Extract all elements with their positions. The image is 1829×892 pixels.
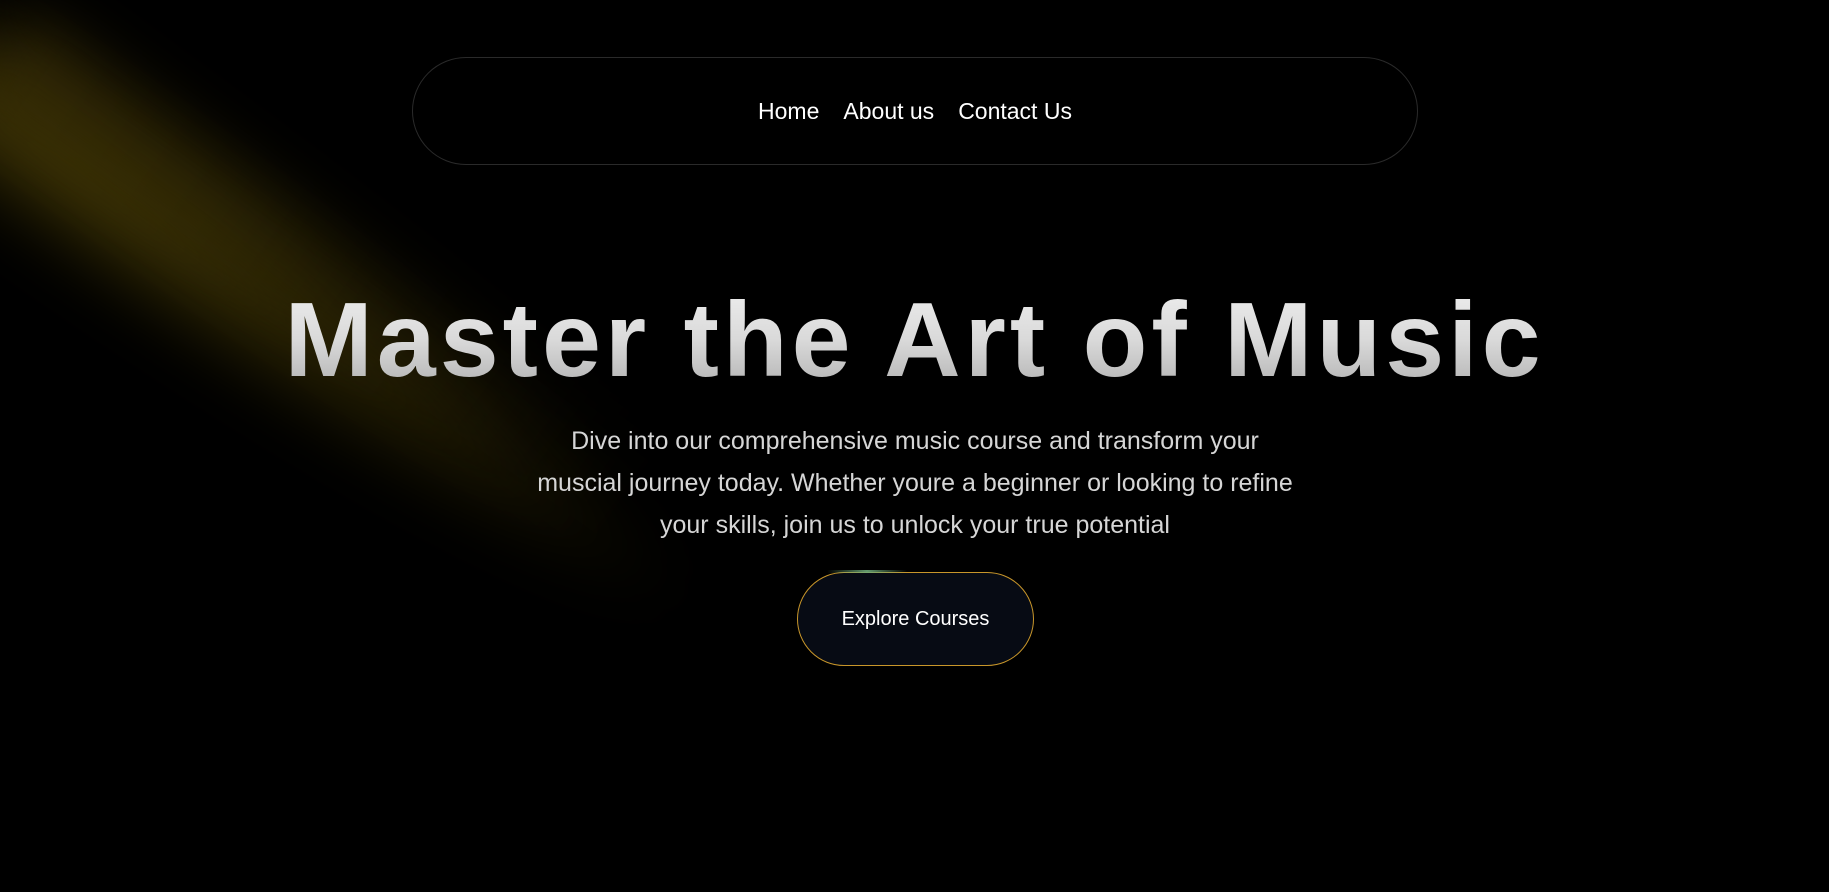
hero-subtitle: Dive into our comprehensive music course…: [537, 427, 1293, 539]
nav-link-about-us[interactable]: About us: [843, 98, 934, 125]
explore-courses-button[interactable]: Explore Courses: [797, 572, 1034, 666]
hero-title: Master the Art of Music: [0, 278, 1829, 403]
landing-page: Home About us Contact Us Master the Art …: [0, 0, 1829, 892]
navbar: Home About us Contact Us: [412, 57, 1418, 165]
nav-link-contact-us[interactable]: Contact Us: [958, 98, 1072, 125]
cta-container: Explore Courses: [797, 570, 1034, 666]
nav-link-home[interactable]: Home: [758, 98, 819, 125]
